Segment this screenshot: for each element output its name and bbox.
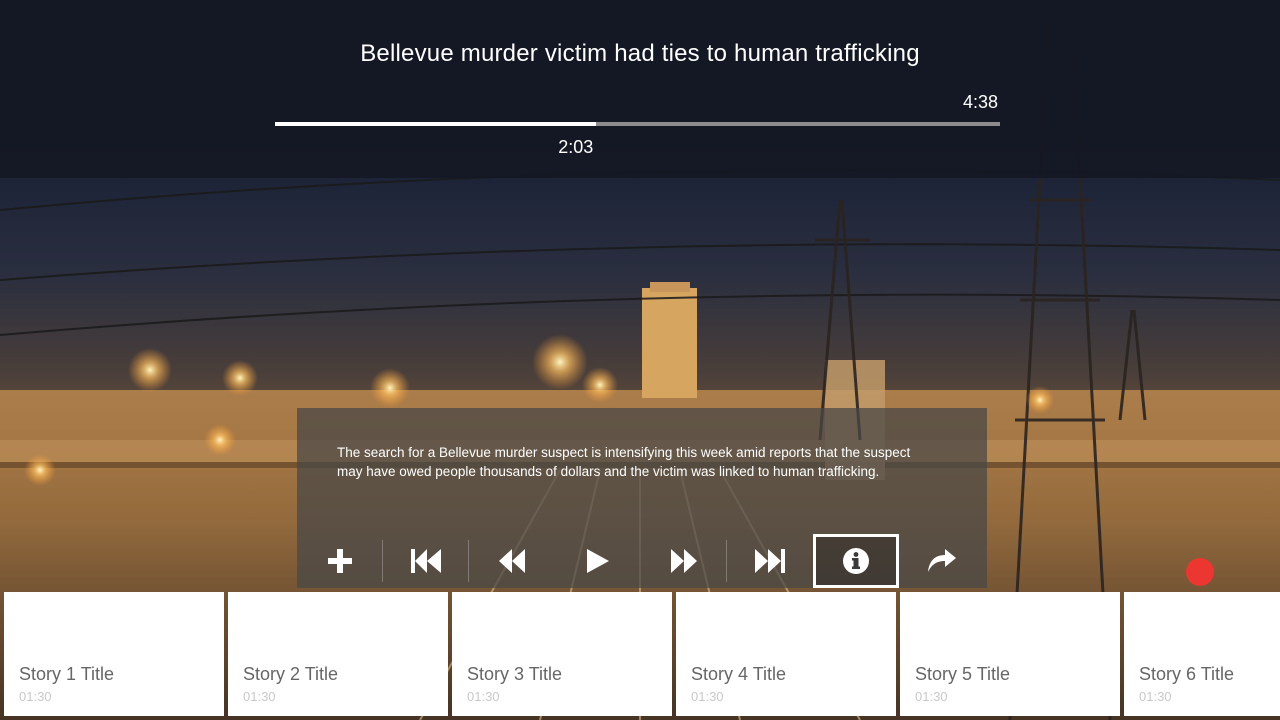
- story-title: Story 5 Title: [915, 664, 1011, 684]
- story-title: Story 3 Title: [467, 664, 563, 684]
- story-title: Story 1 Title: [19, 664, 115, 684]
- share-icon: [927, 548, 957, 574]
- story-duration: 01:30: [467, 689, 500, 704]
- progress-bar[interactable]: [275, 122, 1000, 126]
- story-card[interactable]: Story 1 Title 01:30: [4, 592, 224, 716]
- story-card[interactable]: Story 3 Title 01:30: [452, 592, 672, 716]
- fast-forward-button[interactable]: [641, 534, 727, 588]
- plus-icon: [327, 548, 353, 574]
- player-header: Bellevue murder victim had ties to human…: [0, 0, 1280, 178]
- skip-previous-icon: [410, 548, 442, 574]
- rewind-button[interactable]: [469, 534, 555, 588]
- story-duration: 01:30: [691, 689, 724, 704]
- story-card[interactable]: Story 5 Title 01:30: [900, 592, 1120, 716]
- story-card[interactable]: Story 6 Title 01:30: [1124, 592, 1280, 716]
- description-panel: The search for a Bellevue murder suspect…: [297, 408, 987, 534]
- skip-previous-button[interactable]: [383, 534, 469, 588]
- story-duration: 01:30: [915, 689, 948, 704]
- story-title: Story 4 Title: [691, 664, 787, 684]
- rewind-icon: [498, 548, 526, 574]
- story-duration: 01:30: [243, 689, 276, 704]
- skip-next-button[interactable]: [727, 534, 813, 588]
- story-duration: 01:30: [19, 689, 52, 704]
- story-duration: 01:30: [1139, 689, 1172, 704]
- story-card[interactable]: Story 2 Title 01:30: [228, 592, 448, 716]
- story-card[interactable]: Story 4 Title 01:30: [676, 592, 896, 716]
- total-duration: 4:38: [962, 92, 998, 112]
- fast-forward-icon: [670, 548, 698, 574]
- share-button[interactable]: [899, 534, 985, 588]
- play-button[interactable]: [555, 534, 641, 588]
- skip-next-icon: [754, 548, 786, 574]
- story-title: Story 6 Title: [1139, 664, 1235, 684]
- playback-controls: [297, 534, 987, 588]
- elapsed-time: 2:03: [558, 137, 594, 157]
- story-title: Story 2 Title: [243, 664, 339, 684]
- add-button[interactable]: [297, 534, 383, 588]
- info-icon: [842, 547, 870, 575]
- story-list: Story 1 Title 01:30 Story 2 Title 01:30 …: [4, 592, 1280, 716]
- info-button[interactable]: [813, 534, 899, 588]
- video-description: The search for a Bellevue murder suspect…: [337, 445, 911, 479]
- play-icon: [586, 548, 610, 574]
- progress-bar-fill: [275, 122, 596, 126]
- video-title: Bellevue murder victim had ties to human…: [360, 40, 920, 67]
